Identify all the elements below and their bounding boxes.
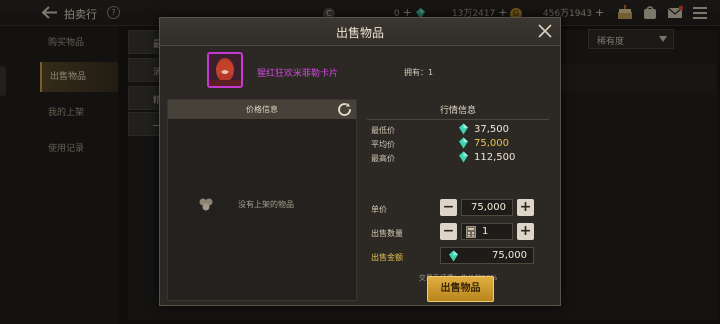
sell-item-dialog: 出售物品 猩红狂欢米菲勒卡片 拥有：1 价格信息 没有上架的物品 行情信息 最低… — [159, 17, 561, 306]
lowest-price-label: 最低价 — [371, 126, 395, 135]
quantity-minus-button[interactable]: − — [440, 223, 457, 240]
item-name: 猩红狂欢米菲勒卡片 — [257, 69, 339, 79]
unit-price-minus-button[interactable]: − — [440, 199, 457, 216]
dialog-title: 出售物品 — [335, 26, 384, 40]
unit-price-plus-button[interactable]: + — [517, 199, 534, 216]
close-icon[interactable] — [538, 24, 552, 38]
total-amount-value: 75,000 — [492, 250, 527, 261]
total-amount-display: 75,000 — [440, 247, 534, 264]
gem-icon — [459, 151, 468, 163]
lowest-price-value: 37,500 — [474, 124, 509, 135]
unit-price-input[interactable]: 75,000 — [461, 199, 513, 216]
calculator-icon[interactable] — [466, 226, 476, 238]
average-price-row: 平均价 75,000 — [371, 137, 551, 151]
highest-price-value: 112,500 — [474, 152, 516, 163]
market-info-title: 行情信息 — [439, 106, 476, 116]
empty-state-text: 没有上架的物品 — [238, 200, 294, 209]
gem-icon — [449, 250, 458, 262]
item-summary: 猩红狂欢米菲勒卡片 拥有：1 — [160, 46, 560, 94]
total-amount-label: 出售金额 — [371, 253, 403, 262]
price-info-header: 价格信息 — [168, 100, 356, 119]
dialog-header: 出售物品 — [160, 18, 560, 46]
owned-count: 拥有：1 — [404, 67, 433, 78]
divider — [367, 119, 549, 120]
lowest-price-row: 最低价 37,500 — [371, 123, 551, 137]
owned-value: 1 — [428, 68, 434, 77]
quantity-label: 出售数量 — [371, 229, 403, 238]
refresh-icon[interactable] — [337, 102, 352, 117]
sell-item-button[interactable]: 出售物品 — [427, 276, 494, 302]
gem-icon — [459, 123, 468, 135]
gem-icon — [459, 137, 468, 149]
unit-price-label: 单价 — [371, 205, 387, 214]
highest-price-row: 最高价 112,500 — [371, 151, 551, 165]
average-price-label: 平均价 — [371, 140, 395, 149]
quantity-value: 1 — [482, 226, 489, 237]
average-price-value: 75,000 — [474, 138, 509, 149]
empty-box-icon — [199, 198, 213, 211]
market-info-panel: 行情信息 最低价 37,500 平均价 75,000 最高价 112,500 单… — [363, 99, 553, 301]
owned-label: 拥有： — [404, 68, 428, 77]
item-card-thumbnail[interactable] — [207, 52, 243, 88]
price-info-panel: 价格信息 没有上架的物品 — [167, 99, 357, 301]
highest-price-label: 最高价 — [371, 154, 395, 163]
quantity-plus-button[interactable]: + — [517, 223, 534, 240]
card-portrait-icon — [209, 54, 241, 86]
